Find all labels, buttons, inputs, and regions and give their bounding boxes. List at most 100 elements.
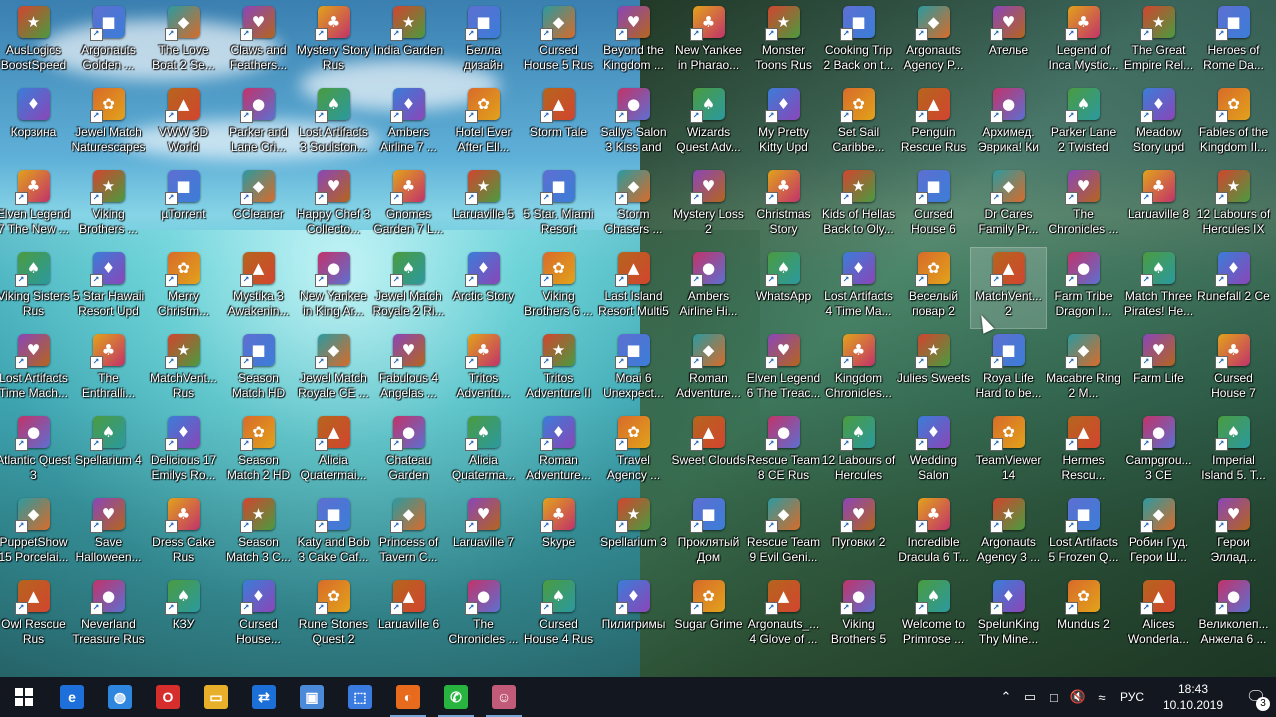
desktop-icon[interactable]: ● ↗ Архимед. Эврика! Ки bbox=[971, 84, 1046, 164]
desktop-icon[interactable]: ♥ ↗ Ателье bbox=[971, 2, 1046, 82]
desktop-icon[interactable]: ♣ ↗ Skype bbox=[521, 494, 596, 574]
desktop-icon[interactable]: ✿ ↗ Jewel Match Naturescapes bbox=[71, 84, 146, 164]
desktop-icon[interactable]: ♠ ↗ КЗУ bbox=[146, 576, 221, 656]
desktop-icon[interactable]: ♠ ↗ Alicia Quaterma... bbox=[446, 412, 521, 492]
desktop-icon[interactable]: ♣ ↗ New Yankee in Pharao... bbox=[671, 2, 746, 82]
desktop-icon[interactable]: ▲ ↗ Last Island Resort Multi5 bbox=[596, 248, 671, 328]
desktop-icon[interactable]: ♥ ↗ Lost Artifacts Time Mach... bbox=[0, 330, 71, 410]
taskbar-button[interactable]: ◐ bbox=[384, 677, 432, 717]
desktop-icon[interactable]: ♦ ↗ Lost Artifacts 4 Time Ma... bbox=[821, 248, 896, 328]
desktop-icon[interactable]: ♠ ↗ Imperial Island 5. T... bbox=[1196, 412, 1271, 492]
taskbar-button[interactable]: ⬚ bbox=[336, 677, 384, 717]
desktop-icon[interactable]: ◆ ↗ Робин Гуд. Герои Ш... bbox=[1121, 494, 1196, 574]
desktop-icon[interactable]: ✿ ↗ Season Match 2 HD bbox=[221, 412, 296, 492]
desktop-icon[interactable]: ■ ↗ Season Match HD bbox=[221, 330, 296, 410]
desktop-icon[interactable]: ♥ ↗ Happy Chef 3 Collecto... bbox=[296, 166, 371, 246]
desktop-icon[interactable]: ♦ Корзина bbox=[0, 84, 71, 164]
desktop-icon[interactable]: ■ ↗ Белла дизайн bbox=[446, 2, 521, 82]
desktop-icon[interactable]: ♥ ↗ Save Halloween... bbox=[71, 494, 146, 574]
desktop-icon[interactable]: ★ ↗ Kids of Hellas Back to Oly... bbox=[821, 166, 896, 246]
desktop-icon[interactable]: ♦ ↗ Cursed House... bbox=[221, 576, 296, 656]
desktop-icon[interactable]: ◆ ↗ CCleaner bbox=[221, 166, 296, 246]
desktop-icon[interactable]: ▲ ↗ Storm Tale bbox=[521, 84, 596, 164]
desktop-icon[interactable]: ♣ ↗ Dress Cake Rus bbox=[146, 494, 221, 574]
desktop-icon[interactable]: ♣ ↗ Tritos Adventu... bbox=[446, 330, 521, 410]
desktop-icon[interactable]: ◆ ↗ Princess of Tavern C... bbox=[371, 494, 446, 574]
desktop-icon[interactable]: ◆ ↗ Cursed House 5 Rus bbox=[521, 2, 596, 82]
desktop-icon[interactable]: ♥ ↗ The Chronicles ... bbox=[1046, 166, 1121, 246]
desktop-icon[interactable]: ♥ ↗ Laruaville 7 bbox=[446, 494, 521, 574]
desktop-icon[interactable]: ● ↗ Farm Tribe Dragon I... bbox=[1046, 248, 1121, 328]
desktop-icon[interactable]: ▲ ↗ Laruaville 6 bbox=[371, 576, 446, 656]
desktop-icon[interactable]: ★ ↗ Monster Toons Rus bbox=[746, 2, 821, 82]
desktop-icon[interactable]: ■ ↗ Lost Artifacts 5 Frozen Q... bbox=[1046, 494, 1121, 574]
desktop-icon[interactable]: ♣ ↗ Laruaville 8 bbox=[1121, 166, 1196, 246]
desktop-icon[interactable]: ● ↗ The Chronicles ... bbox=[446, 576, 521, 656]
desktop-icon[interactable]: ♥ ↗ Fabulous 4 Angelas ... bbox=[371, 330, 446, 410]
desktop-icon[interactable]: ◆ ↗ Argonauts Agency P... bbox=[896, 2, 971, 82]
desktop-icon[interactable]: ◆ ↗ Storm Chasers ... bbox=[596, 166, 671, 246]
desktop-icon[interactable]: ✿ ↗ Веселый повар 2 bbox=[896, 248, 971, 328]
desktop-icon[interactable]: ♠ ↗ Spellarium 4 bbox=[71, 412, 146, 492]
desktop-icon[interactable]: ♠↗Parker Lane 2 Twisted Mi... bbox=[1046, 84, 1121, 164]
desktop-icon[interactable]: ♣ ↗ Elven Legend 7 The New ... bbox=[0, 166, 71, 246]
volume-muted-icon[interactable]: 🔇 bbox=[1066, 677, 1090, 717]
desktop-icon[interactable]: ■ ↗ Argonauts Golden ... bbox=[71, 2, 146, 82]
start-button[interactable] bbox=[0, 677, 48, 717]
desktop-icon[interactable]: ♠ ↗ Wizards Quest Adv... bbox=[671, 84, 746, 164]
desktop-icon[interactable]: ▲ ↗ Sweet Clouds bbox=[671, 412, 746, 492]
desktop-icon[interactable]: ♥ ↗ Beyond the Kingdom ... bbox=[596, 2, 671, 82]
desktop-icon[interactable]: ♠ ↗ WhatsApp bbox=[746, 248, 821, 328]
desktop-icon[interactable]: ♣ ↗ Cursed House 7 bbox=[1196, 330, 1271, 410]
desktop-icon[interactable]: ■ ↗ Cursed House 6 bbox=[896, 166, 971, 246]
desktop-icon[interactable]: ★ ↗ Season Match 3 C... bbox=[221, 494, 296, 574]
show-hidden-icons-chevron-icon[interactable]: ⌃ bbox=[994, 677, 1018, 717]
taskbar-button[interactable]: O bbox=[144, 677, 192, 717]
desktop-icon[interactable]: ■ ↗ Cooking Trip 2 Back on t... bbox=[821, 2, 896, 82]
desktop-icon[interactable]: ♦ ↗ Runefall 2 Ce bbox=[1196, 248, 1271, 328]
desktop-icon[interactable]: ● ↗ Atlantic Quest 3 bbox=[0, 412, 71, 492]
network-icon[interactable]: □ bbox=[1042, 677, 1066, 717]
taskbar-button[interactable]: e bbox=[48, 677, 96, 717]
desktop-icon[interactable]: ♦ ↗ My Pretty Kitty Upd bbox=[746, 84, 821, 164]
desktop-icon[interactable]: ✿ ↗ Hotel Ever After Ell... bbox=[446, 84, 521, 164]
desktop-icon[interactable]: ♥ ↗ Farm Life bbox=[1121, 330, 1196, 410]
desktop-icon[interactable]: ★ AusLogics BoostSpeed bbox=[0, 2, 71, 82]
desktop-icon[interactable]: ★ ↗ The Great Empire Rel... bbox=[1121, 2, 1196, 82]
desktop-icon[interactable]: ♣ ↗ Mystery Story Rus bbox=[296, 2, 371, 82]
desktop-icon[interactable]: ♠ ↗ Viking Sisters Rus bbox=[0, 248, 71, 328]
desktop-icon[interactable]: ● ↗ Rescue Team 8 CE Rus bbox=[746, 412, 821, 492]
desktop-icon[interactable]: ◆ ↗ Dr Cares Family Pr... bbox=[971, 166, 1046, 246]
desktop-icon[interactable]: ♣ ↗ Gnomes Garden 7 L... bbox=[371, 166, 446, 246]
taskbar-button[interactable]: ⇄ bbox=[240, 677, 288, 717]
action-center-button[interactable]: 🗨 3 bbox=[1236, 677, 1276, 717]
desktop-icon[interactable]: ♦ ↗ Roman Adventure... bbox=[521, 412, 596, 492]
desktop-icon[interactable]: ■ ↗ Moai 6 Unexpect... bbox=[596, 330, 671, 410]
desktop-icon[interactable]: ▲ ↗ Argonauts_... 4 Glove of ... bbox=[746, 576, 821, 656]
desktop-icon[interactable]: ● ↗ Campgrou... 3 CE bbox=[1121, 412, 1196, 492]
desktop-icon[interactable]: ♦ ↗ Пилигримы bbox=[596, 576, 671, 656]
desktop-icon[interactable]: ✿ ↗ Fables of the Kingdom II... bbox=[1196, 84, 1271, 164]
input-language[interactable]: РУС bbox=[1114, 690, 1150, 704]
desktop-icon[interactable]: ▲ ↗ Owl Rescue Rus bbox=[0, 576, 71, 656]
desktop-icon[interactable]: ■ ↗ µTorrent bbox=[146, 166, 221, 246]
desktop-icon[interactable]: ●↗Sallys Salon 3 Kiss and M... bbox=[596, 84, 671, 164]
desktop-icon[interactable]: ● ↗ Viking Brothers 5 bbox=[821, 576, 896, 656]
desktop-icon[interactable]: ■ ↗ Roya Life Hard to be... bbox=[971, 330, 1046, 410]
desktop-icon[interactable]: ● ↗ New Yankee in King Ar... bbox=[296, 248, 371, 328]
desktop-icon[interactable]: ♦ ↗ SpelunKing Thy Mine... bbox=[971, 576, 1046, 656]
desktop-icon[interactable]: ✿ ↗ Merry Christm... bbox=[146, 248, 221, 328]
desktop-icon[interactable]: ★ ↗ Spellarium 3 bbox=[596, 494, 671, 574]
desktop-icon[interactable]: ♦ ↗ Arctic Story bbox=[446, 248, 521, 328]
desktop-icon[interactable]: ★ ↗ India Garden bbox=[371, 2, 446, 82]
desktop-icon[interactable]: ✿ ↗ Set Sail Caribbe... bbox=[821, 84, 896, 164]
desktop-icon[interactable]: ★ ↗ Viking Brothers ... bbox=[71, 166, 146, 246]
desktop-icon[interactable]: ● ↗ Chateau Garden bbox=[371, 412, 446, 492]
desktop-icon[interactable]: ◆ ↗ PuppetShow 15 Porcelai... bbox=[0, 494, 71, 574]
desktop-icon[interactable]: ● ↗ Neverland Treasure Rus bbox=[71, 576, 146, 656]
desktop-icon[interactable]: ★ ↗ Julies Sweets bbox=[896, 330, 971, 410]
desktop-icon[interactable]: ▲ ↗ Mystika 3 Awakenin... bbox=[221, 248, 296, 328]
desktop-icon[interactable]: ♦ ↗ Ambers Airline 7 ... bbox=[371, 84, 446, 164]
desktop-icon[interactable]: ★ ↗ MatchVent... Rus bbox=[146, 330, 221, 410]
desktop-icon[interactable]: ♣ ↗ Kingdom Chronicles... bbox=[821, 330, 896, 410]
